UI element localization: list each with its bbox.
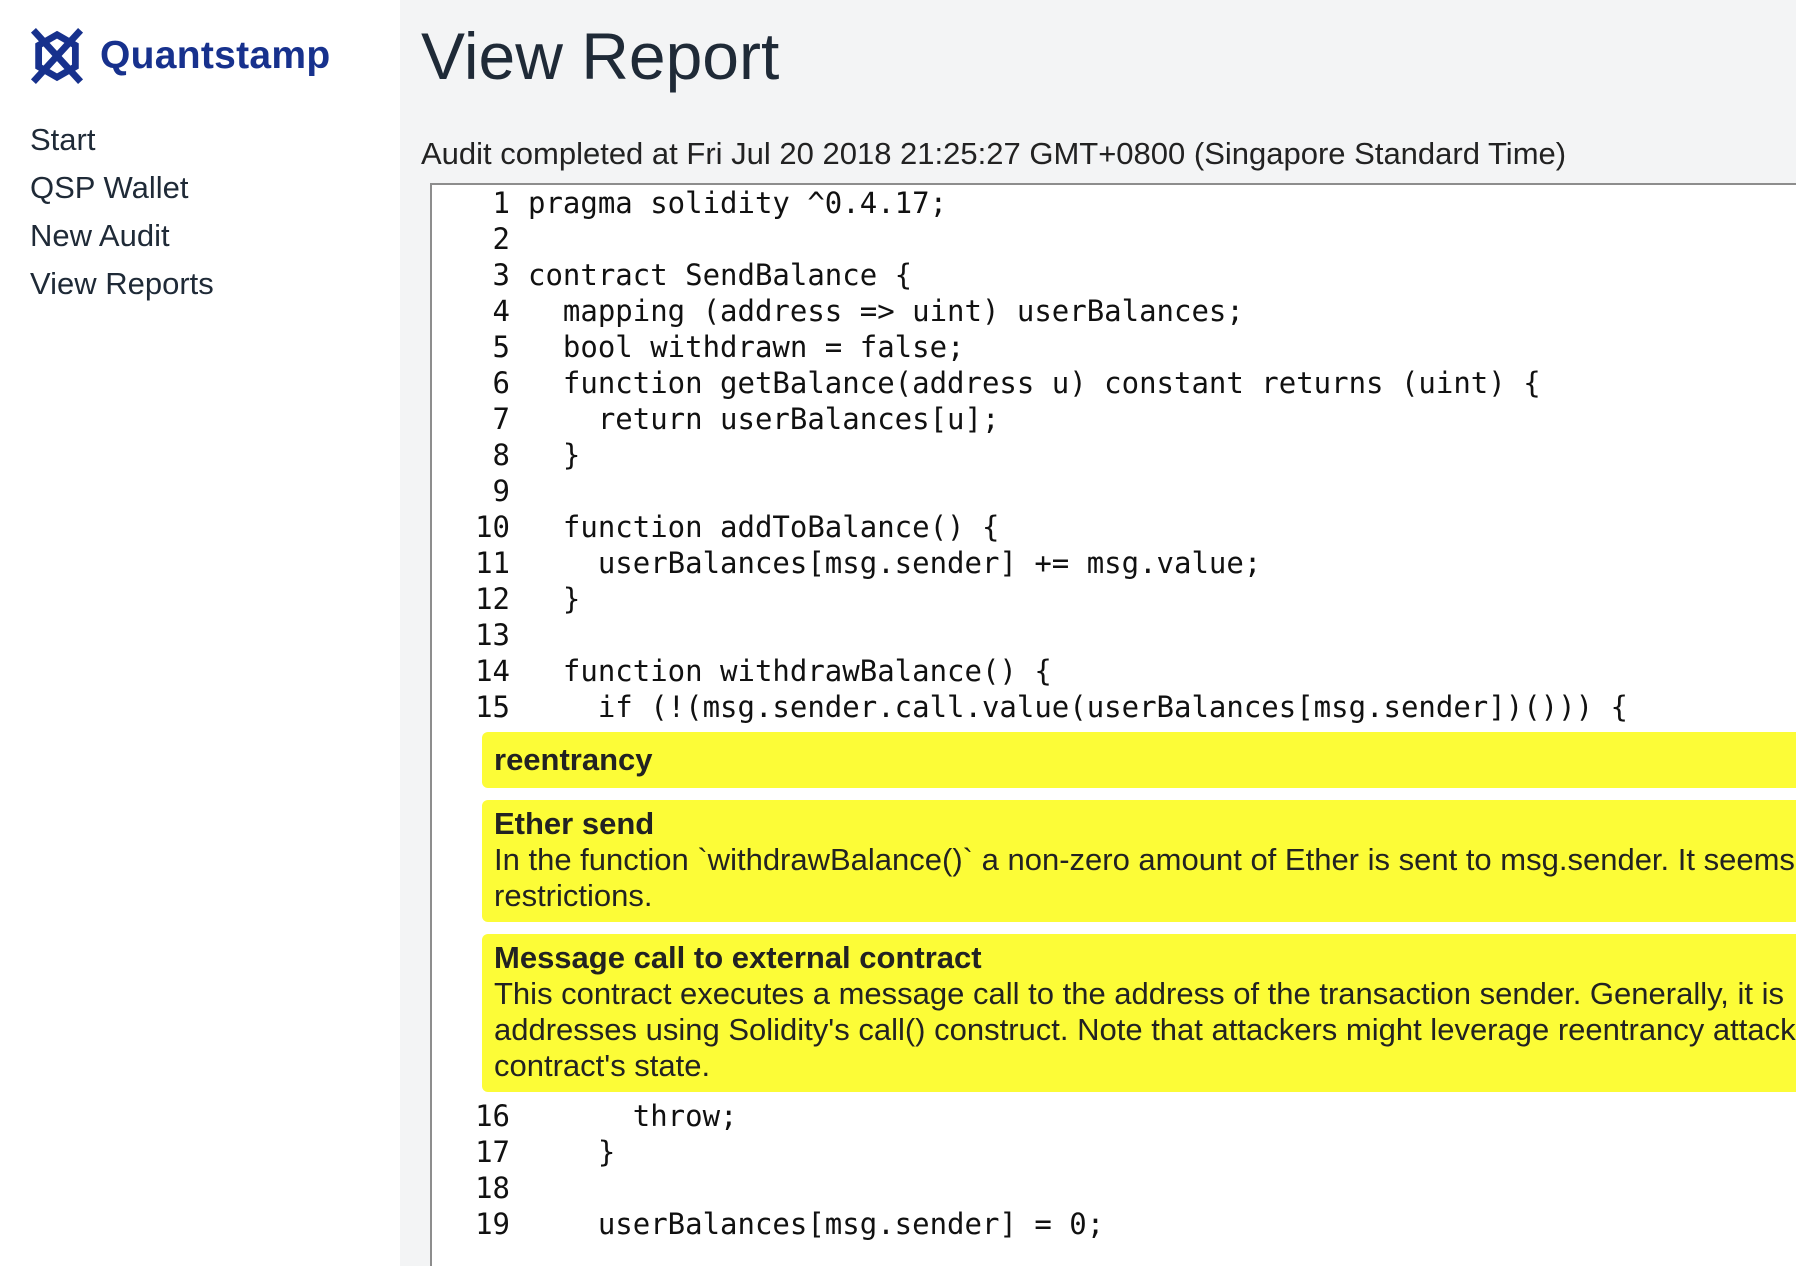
quantstamp-logo-icon	[30, 28, 84, 84]
line-code: }	[528, 438, 581, 472]
code-line: 5 bool withdrawn = false;	[432, 329, 1796, 365]
line-number: 5	[492, 330, 510, 364]
code-report-panel[interactable]: 1 pragma solidity ^0.4.17; 2 3 contract Send…	[430, 183, 1796, 1266]
brand-name: Quantstamp	[100, 34, 331, 77]
line-code: }	[528, 1135, 616, 1169]
audit-status-text: Audit completed at Fri Jul 20 2018 21:25…	[421, 136, 1567, 171]
code-line: 3 contract SendBalance {	[432, 257, 1796, 293]
line-code: function addToBalance() {	[528, 510, 1000, 544]
line-code: bool withdrawn = false;	[528, 330, 965, 364]
issue-tag-label: reentrancy	[494, 742, 653, 777]
line-number: 1	[492, 186, 510, 220]
code-line: 4 mapping (address => uint) userBalances…	[432, 293, 1796, 329]
code-line: 10 function addToBalance() {	[432, 509, 1796, 545]
line-code: return userBalances[u];	[528, 402, 1000, 436]
line-number: 18	[475, 1171, 510, 1205]
line-code: userBalances[msg.sender] += msg.value;	[528, 546, 1262, 580]
line-number: 3	[492, 258, 510, 292]
code-line: 7 return userBalances[u];	[432, 401, 1796, 437]
code-line: 14 function withdrawBalance() {	[432, 653, 1796, 689]
code-line: 9	[432, 473, 1796, 509]
line-number: 2	[492, 222, 510, 256]
nav-item-start[interactable]: Start	[30, 116, 214, 164]
line-number: 19	[475, 1207, 510, 1241]
line-number: 7	[492, 402, 510, 436]
line-code: pragma solidity ^0.4.17;	[528, 186, 948, 220]
line-number: 9	[492, 474, 510, 508]
code-line: 13	[432, 617, 1796, 653]
line-number: 4	[492, 294, 510, 328]
line-number: 17	[475, 1135, 510, 1169]
issue-tag-reentrancy: reentrancy	[482, 732, 1796, 788]
line-code: }	[528, 582, 581, 616]
code-line: 19 userBalances[msg.sender] = 0;	[432, 1206, 1796, 1242]
issue-ether-send: Ether send In the function `withdrawBala…	[482, 800, 1796, 922]
nav-item-new-audit[interactable]: New Audit	[30, 212, 214, 260]
sidebar-nav: Start QSP Wallet New Audit View Reports	[30, 116, 214, 308]
brand-logo[interactable]: Quantstamp	[28, 26, 331, 86]
line-code: contract SendBalance {	[528, 258, 913, 292]
line-number: 12	[475, 582, 510, 616]
code-line: 15 if (!(msg.sender.call.value(userBalan…	[432, 689, 1796, 725]
code-line: 16 throw;	[432, 1098, 1796, 1134]
line-number: 10	[475, 510, 510, 544]
line-code: userBalances[msg.sender] = 0;	[528, 1207, 1105, 1241]
code-line: 2	[432, 221, 1796, 257]
code-line: 18	[432, 1170, 1796, 1206]
line-number: 6	[492, 366, 510, 400]
code-line: 1 pragma solidity ^0.4.17;	[432, 185, 1796, 221]
line-code: function withdrawBalance() {	[528, 654, 1052, 688]
code-block-after: 16 throw; 17 } 18 19 userBalances[msg.sende…	[432, 1098, 1796, 1242]
line-number: 13	[475, 618, 510, 652]
line-code: mapping (address => uint) userBalances;	[528, 294, 1244, 328]
code-line: 12 }	[432, 581, 1796, 617]
nav-item-qsp-wallet[interactable]: QSP Wallet	[30, 164, 214, 212]
line-number: 16	[475, 1099, 510, 1133]
line-code: if (!(msg.sender.call.value(userBalances…	[528, 690, 1628, 724]
issue-external-call: Message call to external contract This c…	[482, 934, 1796, 1092]
issue-list: reentrancy Ether send In the function `w…	[432, 725, 1796, 1098]
main-content: View Report Audit completed at Fri Jul 2…	[400, 0, 1796, 1266]
code-line: 6 function getBalance(address u) constan…	[432, 365, 1796, 401]
issue-description-line: In the function `withdrawBalance()` a no…	[494, 842, 1795, 877]
line-number: 8	[492, 438, 510, 472]
sidebar: Quantstamp Start QSP Wallet New Audit Vi…	[0, 0, 400, 1266]
issue-title: Message call to external contract	[494, 940, 982, 975]
line-code: throw;	[528, 1099, 738, 1133]
code-line: 8 }	[432, 437, 1796, 473]
code-line: 17 }	[432, 1134, 1796, 1170]
line-number: 15	[475, 690, 510, 724]
code-line: 11 userBalances[msg.sender] += msg.value…	[432, 545, 1796, 581]
line-code: function getBalance(address u) constant …	[528, 366, 1541, 400]
page-title: View Report	[421, 19, 780, 93]
issue-description-line: This contract executes a message call to…	[494, 976, 1785, 1011]
line-number: 14	[475, 654, 510, 688]
code-block-before: 1 pragma solidity ^0.4.17; 2 3 contract Send…	[432, 185, 1796, 725]
issue-description-line: addresses using Solidity's call() constr…	[494, 1012, 1796, 1047]
issue-description-line: contract's state.	[494, 1048, 711, 1083]
line-number: 11	[475, 546, 510, 580]
issue-description-line: restrictions.	[494, 878, 653, 913]
nav-item-view-reports[interactable]: View Reports	[30, 260, 214, 308]
issue-title: Ether send	[494, 806, 655, 841]
